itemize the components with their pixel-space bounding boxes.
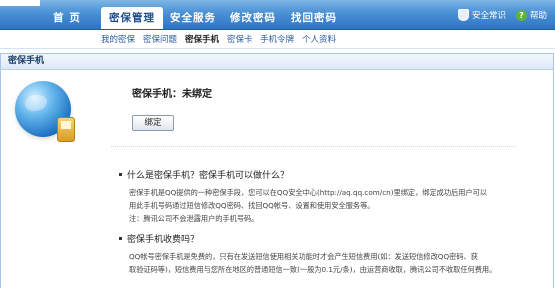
subnav-item-profile[interactable]: 个人资料 [302,33,336,45]
faq-answer-line: QQ帐号密保手机是免费的，只有在发送短信使用相关功能时才会产生短信费用(如：发送… [129,252,478,261]
faq-item: 什么是密保手机？密保手机可以做什么？ 密保手机是QQ提供的一种密保手段，您可以在… [119,168,519,225]
help-label: 帮助 [529,11,547,21]
faq-answer: QQ帐号密保手机是免费的，只有在发送短信使用相关功能时才会产生短信费用(如：发送… [119,250,519,276]
top-nav-bar: 首 页 密保管理 安全服务 修改密码 找回密码 安全常识 ? 帮助 [0,0,555,30]
right-links: 安全常识 ? 帮助 [457,9,547,21]
subnav-item-security-card[interactable]: 密保卡 [227,33,253,45]
panel-title: 密保手机 [1,54,553,70]
subnav-item-mobile-token[interactable]: 手机令牌 [260,33,294,45]
faq-question-text: 什么是密保手机？密保手机可以做什么？ [127,171,290,181]
binding-status: 密保手机：未绑定 [132,89,212,100]
bind-button[interactable]: 绑定 [132,115,174,131]
help-link[interactable]: ? 帮助 [515,9,547,21]
subnav-item-security-phone[interactable]: 密保手机 [185,33,219,45]
logo-strip [0,0,40,6]
bullet-icon [119,237,122,240]
nav-tab-home[interactable]: 首 页 [42,7,92,29]
faq-answer-line: 密保手机是QQ提供的一种密保手段，您可以在QQ安全中心(http://aq.qq… [129,188,487,197]
safety-tips-label: 安全常识 [471,11,506,21]
security-phone-panel: 密保手机 密保手机：未绑定 绑定 什么是密保手机？密保手机可以做什么？ 密保手机… [0,53,554,288]
faq-answer-line: 取验证码等)，短信费用与您所在地区的普通短信一致(一般为0.1元/条)，由运营商… [129,265,497,274]
mobile-phone-icon [57,117,75,142]
nav-tab-security-management[interactable]: 密保管理 [101,7,163,29]
subnav-item-security-question[interactable]: 密保问题 [143,33,177,45]
faq-answer-line: 注：腾讯公司不会泄露用户的手机号码。 [129,214,259,223]
faq-question: 密保手机收费吗？ [119,232,519,245]
faq-question-text: 密保手机收费吗？ [127,235,200,245]
faq-answer: 密保手机是QQ提供的一种密保手段，您可以在QQ安全中心(http://aq.qq… [119,186,519,225]
subnav-item-my-security[interactable]: 我的密保 [101,33,135,45]
help-icon: ? [515,9,527,21]
faq-question: 什么是密保手机？密保手机可以做什么？ [119,168,519,181]
shield-icon [457,9,469,21]
bullet-icon [119,173,122,176]
divider [111,146,516,147]
nav-tab-change-password[interactable]: 修改密码 [224,7,282,29]
sub-nav: 我的密保 密保问题 密保手机 密保卡 手机令牌 个人资料 [0,30,555,49]
safety-tips-link[interactable]: 安全常识 [457,9,506,21]
faq-item: 密保手机收费吗？ QQ帐号密保手机是免费的，只有在发送短信使用相关功能时才会产生… [119,232,519,276]
faq-answer-line: 用此手机号码通过短信修改QQ密码、找回QQ帐号、设置和使用安全服务等。 [129,201,375,210]
nav-tab-security-service[interactable]: 安全服务 [164,7,222,29]
nav-tab-recover-password[interactable]: 找回密码 [284,7,344,29]
